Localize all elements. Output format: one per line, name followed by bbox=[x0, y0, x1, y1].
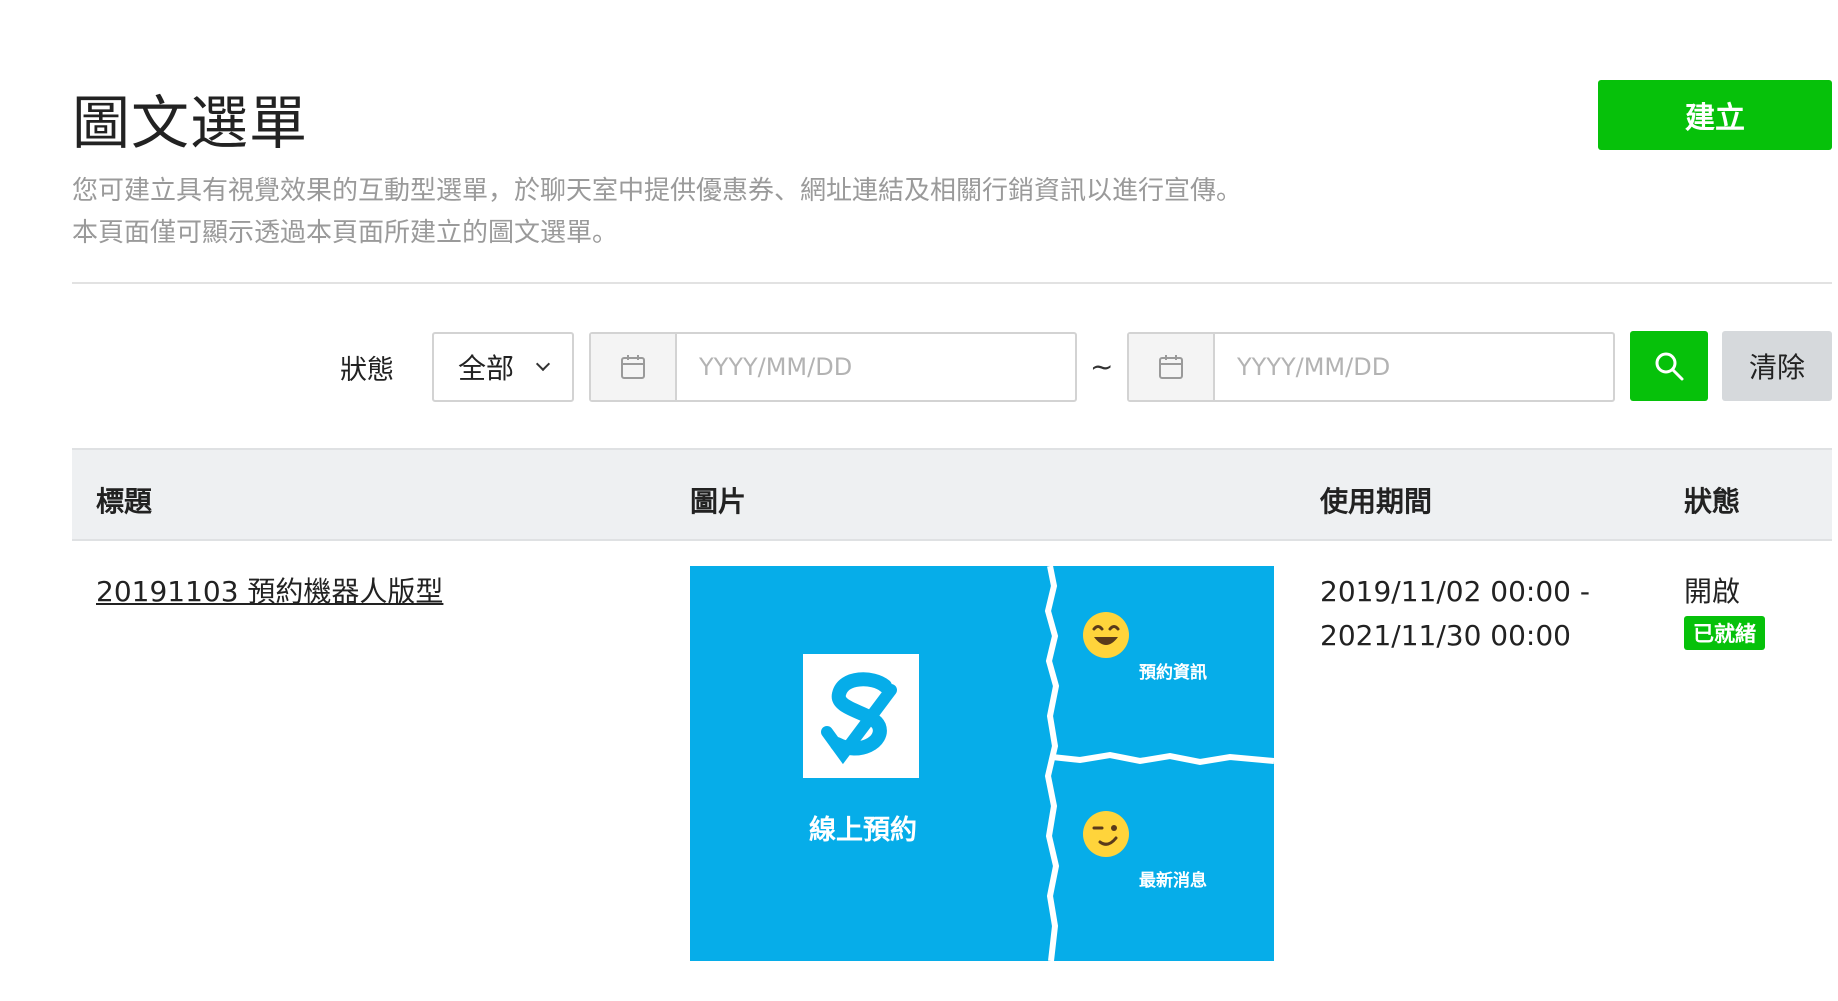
period-start: 2019/11/02 00:00 - bbox=[1320, 575, 1590, 608]
status-filter-select[interactable]: 全部 bbox=[432, 332, 574, 402]
rich-menu-image[interactable]: 線上預約 預約資訊 最新消息 bbox=[690, 566, 1274, 961]
laughing-face-icon bbox=[1083, 612, 1129, 658]
period-end: 2021/11/30 00:00 bbox=[1320, 619, 1571, 652]
column-header-status: 狀態 bbox=[1684, 485, 1741, 518]
chevron-down-icon bbox=[535, 356, 551, 372]
app-logo bbox=[803, 654, 919, 778]
page-description-line1: 您可建立具有視覺效果的互動型選單，於聊天室中提供優惠券、網址連結及相關行銷資訊以… bbox=[72, 176, 1243, 206]
search-icon bbox=[1655, 352, 1684, 381]
image-area1-label: 預約資訊 bbox=[1139, 663, 1207, 683]
calendar-icon[interactable] bbox=[591, 334, 677, 400]
winking-face-icon bbox=[1083, 811, 1129, 857]
date-from-group bbox=[589, 332, 1077, 402]
column-header-image: 圖片 bbox=[690, 485, 747, 518]
calendar-icon[interactable] bbox=[1129, 334, 1215, 400]
date-to-input[interactable] bbox=[1215, 334, 1613, 400]
status-value: 開啟 bbox=[1684, 575, 1741, 608]
usage-period: 2019/11/02 00:00 - 2021/11/30 00:00 bbox=[1320, 570, 1590, 658]
rich-menu-title-link[interactable]: 20191103 預約機器人版型 bbox=[96, 570, 443, 610]
date-to-group bbox=[1127, 332, 1615, 402]
status-filter-label: 狀態 bbox=[340, 355, 394, 386]
search-button[interactable] bbox=[1630, 331, 1708, 401]
image-area2-label: 最新消息 bbox=[1139, 871, 1207, 891]
date-from-input[interactable] bbox=[677, 334, 1075, 400]
create-button[interactable]: 建立 bbox=[1598, 80, 1832, 150]
column-header-title: 標題 bbox=[96, 485, 153, 518]
status-badge: 已就緒 bbox=[1684, 616, 1765, 650]
date-range-separator: ~ bbox=[1090, 350, 1114, 383]
table-header: 標題 圖片 使用期間 狀態 bbox=[72, 448, 1832, 541]
column-header-period: 使用期間 bbox=[1320, 485, 1433, 518]
status-filter-value: 全部 bbox=[458, 352, 515, 385]
image-main-label: 線上預約 bbox=[809, 815, 917, 846]
clear-button[interactable]: 清除 bbox=[1722, 331, 1832, 401]
page-title: 圖文選單 bbox=[72, 89, 309, 157]
header-divider bbox=[72, 282, 1832, 284]
page-description-line2: 本頁面僅可顯示透過本頁面所建立的圖文選單。 bbox=[72, 218, 619, 248]
